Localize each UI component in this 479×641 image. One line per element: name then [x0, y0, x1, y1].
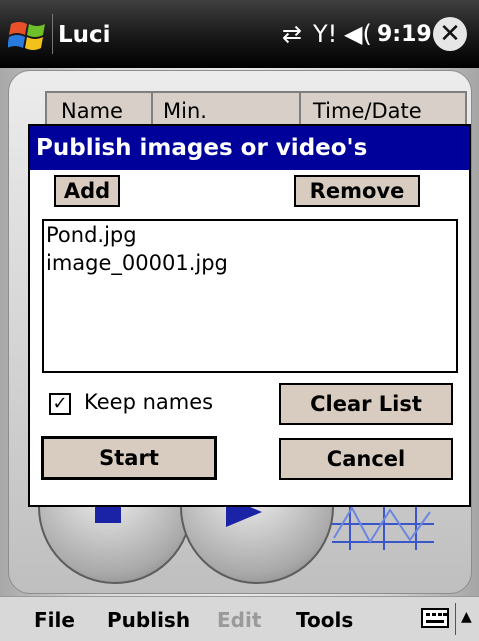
title-bar: Luci ⇄ Y! ◀( 9:19 ✕ — [0, 0, 479, 68]
app-title: Luci — [58, 22, 111, 48]
publish-dialog: Publish images or video's Add Remove Pon… — [28, 124, 471, 507]
menu-bar: File Publish Edit Tools ▲ — [0, 596, 479, 641]
connectivity-icon[interactable]: ⇄ — [282, 20, 302, 48]
list-item[interactable]: image_00001.jpg — [44, 249, 456, 277]
keep-names-label[interactable]: Keep names — [84, 390, 213, 414]
signal-icon[interactable]: Y! — [313, 20, 337, 48]
file-list[interactable]: Pond.jpg image_00001.jpg — [42, 219, 458, 373]
column-time-date[interactable]: Time/Date — [313, 99, 422, 123]
menu-file[interactable]: File — [34, 608, 75, 632]
keep-names-checkbox[interactable]: ✓ — [49, 393, 71, 415]
menu-publish[interactable]: Publish — [107, 608, 190, 632]
list-item[interactable]: Pond.jpg — [44, 221, 456, 249]
menu-edit[interactable]: Edit — [217, 608, 261, 632]
column-min[interactable]: Min. — [163, 99, 207, 123]
menu-tools[interactable]: Tools — [296, 608, 353, 632]
cancel-button[interactable]: Cancel — [279, 438, 453, 480]
keyboard-icon[interactable] — [421, 608, 449, 628]
windows-start-icon[interactable] — [8, 18, 50, 56]
clock[interactable]: 9:19 — [377, 22, 432, 47]
remove-button[interactable]: Remove — [294, 175, 420, 207]
add-button[interactable]: Add — [54, 175, 120, 207]
column-name[interactable]: Name — [61, 99, 123, 123]
close-icon[interactable]: ✕ — [433, 17, 467, 51]
volume-icon[interactable]: ◀( — [344, 20, 372, 48]
input-separator — [455, 603, 456, 635]
input-menu-arrow-icon[interactable]: ▲ — [461, 609, 472, 625]
start-button[interactable]: Start — [41, 436, 217, 480]
clear-list-button[interactable]: Clear List — [279, 383, 453, 425]
dialog-title: Publish images or video's — [30, 126, 469, 170]
title-separator — [52, 14, 53, 54]
